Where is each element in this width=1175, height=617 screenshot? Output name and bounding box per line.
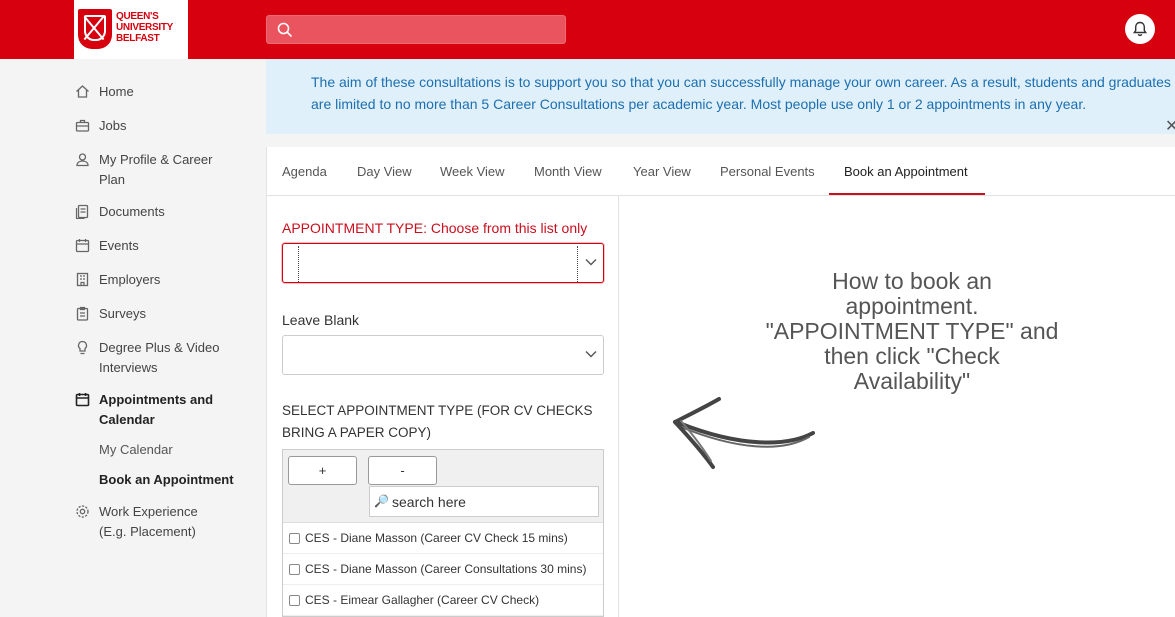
select-focus-box: [298, 246, 578, 282]
bell-icon: [1132, 21, 1148, 37]
search-icon: [277, 22, 293, 38]
appointment-type-select[interactable]: [282, 243, 604, 283]
help-line: How to book an: [832, 268, 992, 294]
leave-blank-select[interactable]: [282, 335, 604, 375]
active-tab-indicator: [829, 193, 985, 195]
sidebar-item-label: Appointments and: [99, 392, 214, 407]
calendar-icon: [75, 239, 90, 253]
list-item[interactable]: CES - Diane Masson (Career Consultations…: [283, 554, 603, 585]
listbox-search-input[interactable]: [392, 492, 592, 512]
gear-icon: [76, 505, 89, 518]
appointment-type-label: APPOINTMENT TYPE: Choose from this list …: [282, 220, 588, 236]
sidebar-item-label: Employers: [99, 272, 161, 287]
help-line: Availability": [853, 368, 971, 394]
calendar-panel: Agenda Day View Week View Month View Yea…: [266, 147, 1175, 617]
booking-form: APPOINTMENT TYPE: Choose from this list …: [267, 196, 619, 617]
sidebar-item-label: Work Experience: [99, 504, 198, 519]
sidebar-item-label: Documents: [99, 204, 165, 219]
close-icon[interactable]: ✕: [1165, 116, 1175, 136]
listbox-search[interactable]: 🔎: [369, 486, 599, 517]
sidebar-subitem-book-appointment[interactable]: Book an Appointment: [99, 470, 234, 490]
sidebar-item-label: Plan: [99, 172, 126, 187]
booking-help-text: How to book an appointment. "APPOINTMENT…: [747, 269, 1077, 394]
document-icon: [75, 204, 89, 219]
option-checkbox[interactable]: [289, 564, 300, 575]
option-checkbox[interactable]: [289, 595, 300, 606]
magnifier-icon: 🔎: [374, 494, 389, 508]
university-logo[interactable]: QUEEN'S UNIVERSITY BELFAST: [74, 0, 188, 59]
option-checkbox[interactable]: [289, 533, 300, 544]
logo-line: QUEEN'S: [116, 11, 159, 22]
tab-month-view[interactable]: Month View: [534, 164, 602, 179]
help-line: then click "Check: [824, 343, 1000, 369]
tab-book-appointment[interactable]: Book an Appointment: [844, 164, 968, 179]
option-label: CES - Eimear Gallagher (Career CV Check): [305, 593, 540, 607]
sidebar: Home Jobs My Profile & Career Plan Docum…: [0, 59, 265, 617]
building-icon: [76, 272, 89, 287]
sidebar-item-label: My Profile & Career: [99, 152, 213, 167]
sidebar-item-label: Interviews: [99, 360, 158, 375]
global-search[interactable]: [266, 15, 566, 44]
briefcase-icon: [75, 119, 90, 132]
select-all-button[interactable]: +: [288, 456, 357, 485]
deselect-all-button[interactable]: -: [368, 456, 437, 485]
sidebar-item-label: Home: [99, 84, 134, 99]
sidebar-item-label: Events: [99, 238, 139, 253]
listbox-toolbar: + - 🔎: [283, 450, 603, 523]
calendar-icon: [75, 393, 90, 407]
info-banner: The aim of these consultations is to sup…: [266, 59, 1175, 136]
top-bar: QUEEN'S UNIVERSITY BELFAST: [0, 0, 1175, 59]
hand-drawn-arrow-icon: [673, 397, 815, 469]
lightbulb-icon: [77, 340, 88, 355]
clipboard-icon: [76, 306, 89, 321]
tab-personal-events[interactable]: Personal Events: [720, 164, 815, 179]
appointment-type-listbox[interactable]: + - 🔎 CES - Diane Masson (Career CV Chec…: [282, 449, 604, 617]
help-line: "APPOINTMENT TYPE" and: [765, 318, 1059, 344]
sidebar-subitem-my-calendar[interactable]: My Calendar: [99, 440, 173, 460]
sidebar-item-label: Surveys: [99, 306, 146, 321]
option-label: CES - Diane Masson (Career CV Check 15 m…: [305, 531, 568, 545]
user-icon: [76, 153, 89, 167]
tab-year-view[interactable]: Year View: [633, 164, 691, 179]
sidebar-item-label: Calendar: [99, 412, 155, 427]
notifications-button[interactable]: [1125, 14, 1155, 44]
select-appointment-type-label: SELECT APPOINTMENT TYPE (FOR CV CHECKS B…: [282, 400, 602, 444]
search-input[interactable]: [301, 19, 556, 40]
chevron-down-icon: [585, 351, 597, 358]
sidebar-item-label: Jobs: [99, 118, 127, 133]
sidebar-item-label: Degree Plus & Video: [99, 340, 220, 355]
tab-week-view[interactable]: Week View: [440, 164, 505, 179]
label-line: BRING A PAPER COPY): [282, 425, 432, 440]
home-icon: [76, 85, 89, 98]
tab-agenda[interactable]: Agenda: [282, 164, 327, 179]
tab-day-view[interactable]: Day View: [357, 164, 412, 179]
label-line: SELECT APPOINTMENT TYPE (FOR CV CHECKS: [282, 403, 593, 418]
list-item[interactable]: CES - Diane Masson (Career CV Check 15 m…: [283, 523, 603, 554]
chevron-down-icon: [585, 259, 597, 266]
banner-line: The aim of these consultations is to sup…: [311, 74, 1171, 90]
logo-line: UNIVERSITY: [116, 22, 174, 33]
sidebar-item-label: (E.g. Placement): [99, 524, 196, 539]
leave-blank-label: Leave Blank: [282, 312, 360, 328]
banner-text: The aim of these consultations is to sup…: [311, 71, 1175, 115]
list-item[interactable]: CES - Eimear Gallagher (Career CV Check): [283, 585, 603, 616]
banner-line: are limited to no more than 5 Career Con…: [311, 96, 1087, 112]
logo-line: BELFAST: [116, 33, 160, 44]
option-label: CES - Diane Masson (Career Consultations…: [305, 562, 587, 576]
calendar-tabs: Agenda Day View Week View Month View Yea…: [267, 147, 1175, 196]
crest-icon: [78, 9, 112, 49]
help-line: appointment.: [845, 293, 979, 319]
